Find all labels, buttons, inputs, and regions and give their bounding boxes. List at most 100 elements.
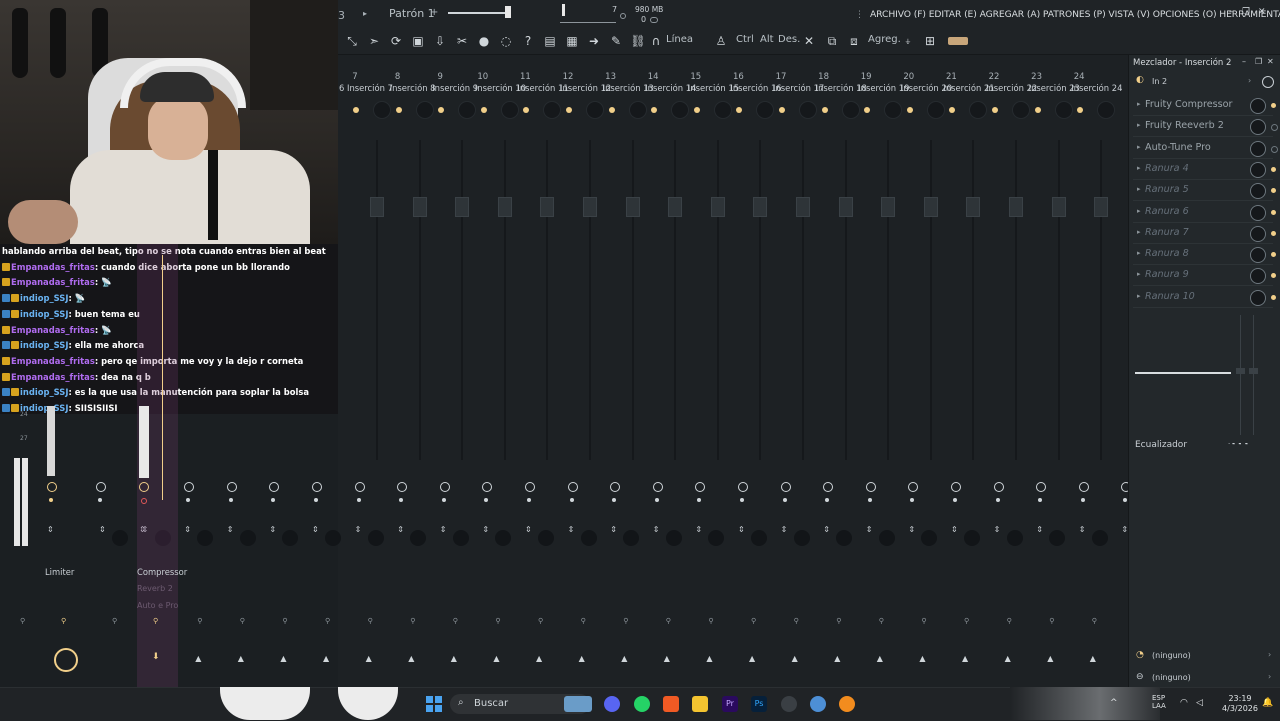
widgets-icon[interactable] [564, 696, 592, 712]
slot-expand-icon[interactable]: ▸ [1137, 207, 1141, 215]
stereo-swap-icon[interactable]: ⇕ [695, 526, 703, 534]
delete-icon[interactable]: ✕ [801, 33, 817, 49]
whatsapp-icon[interactable] [634, 696, 650, 712]
premiere-icon[interactable]: Pr [722, 696, 738, 712]
lock-icon[interactable]: ⚲ [538, 617, 544, 625]
insert-stereo-knob[interactable] [1006, 530, 1023, 546]
stereo-swap-icon[interactable]: ⇕ [525, 526, 533, 534]
route-send-icon[interactable]: ▲ [1047, 654, 1053, 663]
insert-name[interactable]: Inserción 8 [390, 83, 436, 93]
ctrl-label[interactable]: Ctrl [736, 34, 754, 45]
master-route-knob[interactable] [54, 648, 78, 672]
stereo-swap-icon[interactable]: ⇕ [653, 526, 661, 534]
insert-power-icon[interactable] [993, 482, 1004, 492]
lock-icon[interactable]: ⚲ [794, 617, 800, 625]
insert-stereo-knob[interactable] [538, 530, 554, 546]
chrome-icon[interactable] [810, 696, 826, 712]
insert-fader-handle[interactable] [710, 197, 725, 217]
stereo-swap-icon[interactable]: ⇕ [781, 526, 789, 534]
route-send-icon[interactable]: ▲ [834, 654, 840, 663]
insert-fader-handle[interactable] [1094, 197, 1109, 217]
slot-mix-knob[interactable] [1250, 225, 1266, 242]
effect-slot[interactable]: ▸ Ranura 5 [1133, 180, 1276, 202]
save-icon[interactable]: ▣ [410, 33, 426, 49]
insert-fader-handle[interactable] [583, 197, 597, 217]
insert-fader-handle[interactable] [966, 197, 981, 217]
obs-icon[interactable] [781, 696, 797, 712]
insert-power-icon[interactable] [226, 482, 237, 492]
fl-studio-icon[interactable] [839, 696, 855, 712]
taskbar-clock[interactable]: 23:19 4/3/2026 [1222, 694, 1258, 714]
lock-icon[interactable]: ⚲ [325, 617, 331, 625]
slot-mix-knob[interactable] [1250, 119, 1266, 136]
input-selector[interactable]: In 2 [1152, 77, 1167, 86]
insert2-fader-line[interactable] [162, 255, 163, 500]
lock-icon[interactable]: ⚲ [282, 617, 288, 625]
slot-expand-icon[interactable]: ▸ [1137, 121, 1141, 129]
lock-icon[interactable]: ⚲ [1049, 617, 1055, 625]
windows-start-icon[interactable] [426, 696, 442, 712]
slot-name[interactable]: Auto-Tune Pro [1145, 142, 1211, 153]
pitch-handle[interactable] [562, 4, 565, 16]
insert-power-icon[interactable] [951, 482, 961, 492]
insert-active-led[interactable] [395, 107, 402, 113]
add-label[interactable]: Agreg. [868, 34, 901, 45]
insert-name[interactable]: Inserción 19 [858, 83, 909, 93]
insert-active-led[interactable] [1034, 107, 1041, 113]
stereo-swap-icon[interactable]: ⇕ [738, 526, 746, 534]
insert-fader-handle[interactable] [838, 197, 853, 217]
lock-icon[interactable]: ⚲ [964, 617, 970, 625]
slot-name[interactable]: Ranura 6 [1145, 206, 1189, 217]
route-send-icon[interactable]: ▲ [408, 654, 414, 663]
playlist-icon[interactable]: ▤ [542, 33, 558, 49]
insert-active-led[interactable] [821, 107, 828, 113]
stereo-swap-icon[interactable]: ⇕ [99, 526, 107, 534]
lock-icon[interactable]: ⚲ [751, 617, 757, 625]
stereo-swap-icon[interactable]: ⇕ [1036, 526, 1044, 534]
slot-expand-icon[interactable]: ▸ [1137, 292, 1141, 300]
reverb-label[interactable]: Reverb 2 [137, 584, 173, 593]
insert-stereo-knob[interactable] [112, 530, 128, 546]
insert-stereo-knob[interactable] [367, 530, 384, 546]
effect-slot[interactable]: ▸ Ranura 4 [1133, 159, 1276, 180]
stereo-swap-icon[interactable]: ⇕ [908, 526, 916, 534]
lock-icon[interactable]: ⚲ [240, 617, 246, 625]
slot-mix-knob[interactable] [1250, 247, 1266, 264]
stamp-icon[interactable]: ♙ [713, 33, 729, 49]
pattern-add-button[interactable]: + [430, 7, 438, 18]
arrow-right-icon[interactable]: ➜ [586, 33, 602, 49]
insert-pan-knob[interactable] [927, 102, 944, 118]
insert-power-icon[interactable] [354, 482, 365, 492]
insert-partial-label[interactable]: 6 [339, 83, 344, 93]
brave-icon[interactable] [663, 696, 679, 712]
route-send-icon[interactable]: ▲ [1005, 654, 1011, 663]
insert-power-icon[interactable] [652, 482, 663, 492]
restore-icon[interactable]: ❐ [1242, 7, 1250, 17]
lock-icon[interactable]: ⚲ [836, 617, 842, 625]
slot-name[interactable]: Ranura 10 [1145, 291, 1195, 302]
effect-slot[interactable]: ▸ Fruity Reeverb 2 [1133, 116, 1278, 138]
insert-name[interactable]: Inserción 20 [901, 83, 952, 93]
insert-power-icon[interactable] [780, 482, 791, 492]
language-indicator[interactable]: ESP LAA [1152, 694, 1166, 710]
output-routing-2[interactable]: (ninguno) [1152, 673, 1191, 682]
paste-icon[interactable]: ⧈ [846, 33, 862, 49]
insert-stereo-knob[interactable] [751, 530, 767, 546]
insert-name[interactable]: Inserción 13 [603, 83, 654, 93]
insert-stereo-knob[interactable] [325, 530, 341, 546]
insert-stereo-knob[interactable] [665, 530, 682, 546]
slot-name[interactable]: Ranura 8 [1145, 248, 1189, 259]
panel-fader-handle[interactable] [1236, 368, 1245, 374]
lock-icon[interactable]: ⚲ [623, 617, 629, 625]
route-send-icon[interactable]: ▲ [877, 654, 883, 663]
stereo-swap-icon[interactable]: ⇕ [397, 526, 405, 534]
insert-active-led[interactable] [693, 107, 700, 113]
route-send-icon[interactable]: ▲ [493, 654, 499, 663]
slot-mix-knob[interactable] [1250, 161, 1266, 178]
route-send-icon[interactable]: ▲ [451, 654, 457, 663]
lock-icon[interactable]: ⚲ [20, 617, 26, 625]
route-send-icon[interactable]: ▲ [579, 654, 585, 663]
insert-fader-handle[interactable] [1051, 197, 1066, 217]
route-send-icon[interactable]: ▲ [536, 654, 542, 663]
lock-icon[interactable]: ⚲ [453, 617, 459, 625]
